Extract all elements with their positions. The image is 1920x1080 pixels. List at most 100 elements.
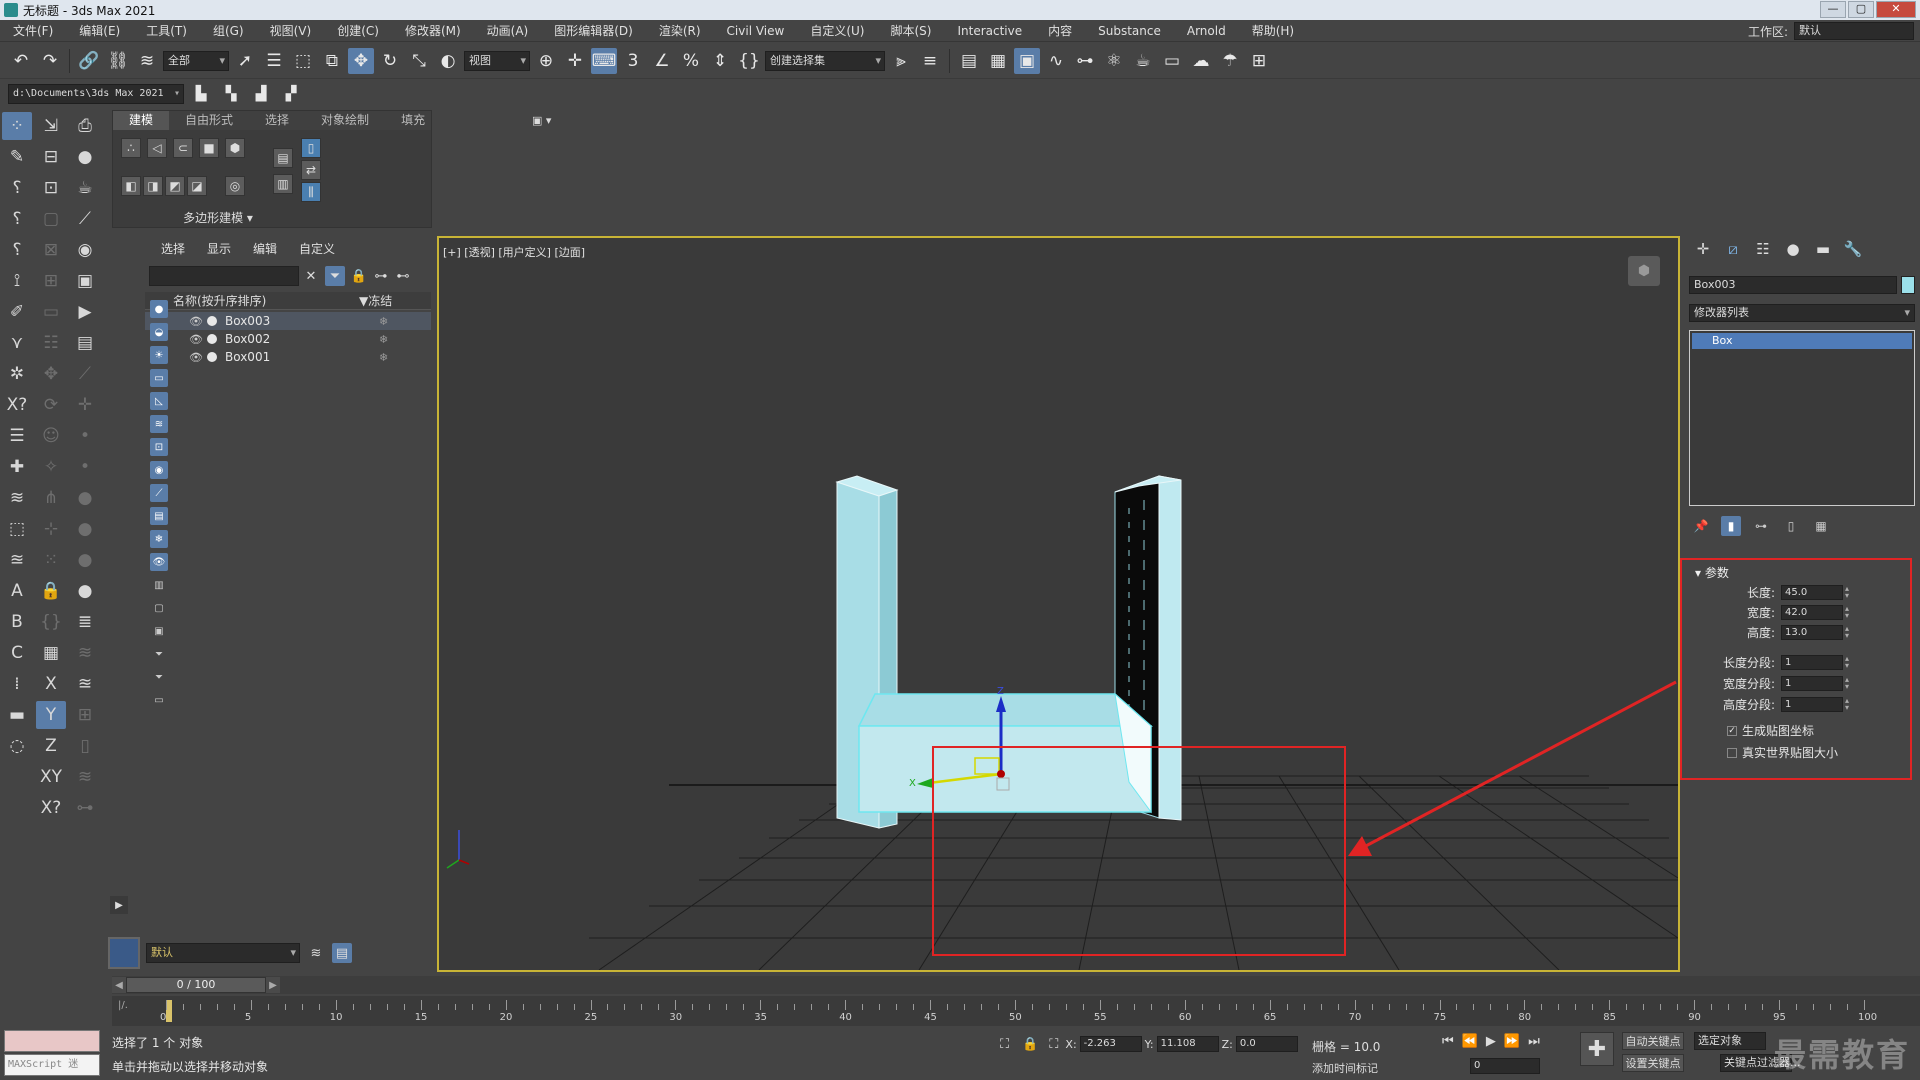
explorer-tab-select[interactable]: 选择 [161, 240, 185, 257]
material-editor-icon[interactable]: ⚛ [1101, 48, 1127, 74]
selection-filter-select[interactable]: 全部 [163, 50, 229, 71]
key-mode-select[interactable]: 选定对象 [1694, 1032, 1766, 1050]
auto-key-button[interactable]: 自动关键点 [1622, 1032, 1684, 1050]
redo-icon[interactable]: ↷ [37, 48, 63, 74]
filter-shapes-icon[interactable]: ◒ [150, 323, 168, 341]
menu-help[interactable]: 帮助(H) [1239, 22, 1307, 39]
next-key-icon[interactable]: ⏩ [1504, 1034, 1520, 1049]
hierarchy-icon[interactable]: ⊶ [371, 266, 391, 286]
layer-hierarchy-icon[interactable]: ⊷ [393, 266, 413, 286]
layer-stack-icon[interactable]: ≋ [306, 943, 326, 963]
move-icon[interactable]: ✥ [36, 360, 66, 388]
menu-substance[interactable]: Substance [1085, 24, 1174, 38]
stack-prev-icon[interactable]: ◧ [121, 176, 141, 196]
filter-groups-icon[interactable]: ⊡ [150, 438, 168, 456]
face-icon[interactable]: ☺ [36, 422, 66, 450]
filter-icon[interactable]: ⏷ [325, 266, 345, 286]
filter-hidden-icon[interactable]: 👁 [150, 553, 168, 571]
table-row[interactable]: 👁 Box001 ❄ [145, 348, 431, 366]
modify-mode-icon[interactable]: ▥ [273, 174, 293, 194]
menu-create[interactable]: 创建(C) [324, 22, 392, 39]
stack-c-icon[interactable]: ≋ [70, 639, 100, 667]
curve-editor-icon[interactable]: ∿ [1043, 48, 1069, 74]
particle-icon[interactable]: ✲ [2, 360, 32, 388]
link-icon[interactable]: 🔗 [76, 48, 102, 74]
mesh-icon[interactable]: ⋔ [36, 484, 66, 512]
visibility-eye-icon[interactable]: 👁 [189, 315, 203, 328]
set-key-icon[interactable]: ✚ [1580, 1032, 1614, 1066]
workspace-select[interactable]: 默认 [1794, 22, 1914, 40]
track-bar[interactable]: |/. 0 5 10 15 20 25 30 35 40 45 50 55 60 65 70 75 80 85 90… [112, 996, 1920, 1026]
mirror-icon[interactable]: ⫸ [888, 48, 914, 74]
dot-icon[interactable]: • [70, 422, 100, 450]
explorer-tab-edit[interactable]: 编辑 [253, 240, 277, 257]
ribbon-toggle-icon[interactable]: ▣ [1014, 47, 1040, 74]
stack-d-icon[interactable]: ≊ [70, 670, 100, 698]
cube-dim-icon[interactable]: ⊞ [70, 701, 100, 729]
border-mode-icon[interactable]: ⊂ [173, 138, 193, 158]
param-width-segs-input[interactable]: 1 [1781, 675, 1843, 691]
param-height-segs-input[interactable]: 1 [1781, 696, 1843, 712]
param-width-input[interactable]: 42.0 [1781, 604, 1843, 620]
parameters-rollout-title[interactable]: ▾ 参数 [1695, 564, 1729, 581]
ref-coord-select[interactable]: 视图 [464, 50, 530, 71]
text-c-icon[interactable]: C [2, 639, 32, 667]
layer-color-swatch[interactable] [108, 937, 140, 969]
percent-snap-icon[interactable]: % [678, 48, 704, 74]
table-row[interactable]: 👁 Box003 ❄ [145, 312, 431, 330]
schematic-view-icon[interactable]: ⊶ [1072, 48, 1098, 74]
select-place-icon[interactable]: ◐ [435, 48, 461, 74]
render-production-icon[interactable]: ☁ [1188, 48, 1214, 74]
menu-scripting[interactable]: 脚本(S) [877, 22, 944, 39]
box-icon[interactable]: ⊡ [36, 174, 66, 202]
axis-xq-icon[interactable]: X? [36, 794, 66, 822]
visibility-eye-icon[interactable]: 👁 [189, 333, 203, 346]
patch-icon[interactable]: ⊹ [36, 515, 66, 543]
project-new-icon[interactable]: ▚ [218, 81, 244, 107]
unlink-icon[interactable]: ⛓ [105, 48, 131, 74]
lock-icon[interactable]: 🔒 [36, 577, 66, 605]
z-coordinate-input[interactable]: 0.0 [1235, 1036, 1298, 1052]
select-rotate-icon[interactable]: ↻ [377, 48, 403, 74]
knife-icon[interactable]: ⟟ [2, 267, 32, 295]
selection-lock-icon[interactable]: 🔒 [1022, 1037, 1038, 1052]
filter-cameras-icon[interactable]: ▭ [150, 369, 168, 387]
menu-tools[interactable]: 工具(T) [133, 22, 200, 39]
align-icon[interactable]: ≡ [917, 48, 943, 74]
angle-snap-icon[interactable]: ∠ [649, 48, 675, 74]
column-freeze-header[interactable]: ▼冻结 [353, 292, 392, 309]
plus-icon[interactable]: ✛ [70, 391, 100, 419]
explorer-tab-customize[interactable]: 自定义 [299, 240, 335, 257]
menu-modifiers[interactable]: 修改器(M) [392, 22, 474, 39]
render-iterative-icon[interactable]: ⊞ [1246, 48, 1272, 74]
named-selection-select[interactable]: 创建选择集 [765, 50, 885, 71]
slice-icon[interactable]: ⸮ [2, 236, 32, 264]
hierarchy-tab-icon[interactable]: ☷ [1751, 238, 1775, 260]
create-tab-icon[interactable]: ✛ [1691, 238, 1715, 260]
grid-icon[interactable]: ⊞ [36, 267, 66, 295]
modifier-list-select[interactable]: 修改器列表 [1689, 304, 1915, 322]
brush-alt-icon[interactable]: ⟋ [70, 360, 100, 388]
menu-graph-editors[interactable]: 图形编辑器(D) [541, 22, 646, 39]
axis-xy-icon[interactable]: XY [36, 763, 66, 791]
display-none-icon[interactable]: ▢ [150, 599, 168, 617]
menu-view[interactable]: 视图(V) [257, 22, 325, 39]
y-coordinate-input[interactable]: 11.108 [1156, 1036, 1219, 1052]
stack-b-icon[interactable]: ≣ [70, 608, 100, 636]
circle-icon[interactable]: ● [70, 484, 100, 512]
explorer-search-input[interactable] [149, 266, 299, 286]
camera-icon[interactable]: ⎙ [70, 112, 100, 140]
polygon-mode-icon[interactable]: ■ [199, 138, 219, 158]
cut-icon[interactable]: ⸮ [2, 205, 32, 233]
axis-x-icon[interactable]: X [36, 670, 66, 698]
table-row[interactable]: 👁 Box002 ❄ [145, 330, 431, 348]
stack-icon[interactable]: ☷ [36, 329, 66, 357]
dots-a-icon[interactable]: ⁞ [2, 670, 32, 698]
pivot-center-icon[interactable]: ⊕ [533, 48, 559, 74]
filter-xrefs-icon[interactable]: ◉ [150, 461, 168, 479]
gen-mapping-checkbox[interactable]: ✓ 生成贴图坐标 [1727, 722, 1814, 739]
render-cloud-icon[interactable]: ☂ [1217, 48, 1243, 74]
configure-sets-icon[interactable]: ▦ [1811, 516, 1831, 536]
shape-icon[interactable]: ▭ [36, 298, 66, 326]
menu-customize[interactable]: 自定义(U) [797, 22, 877, 39]
